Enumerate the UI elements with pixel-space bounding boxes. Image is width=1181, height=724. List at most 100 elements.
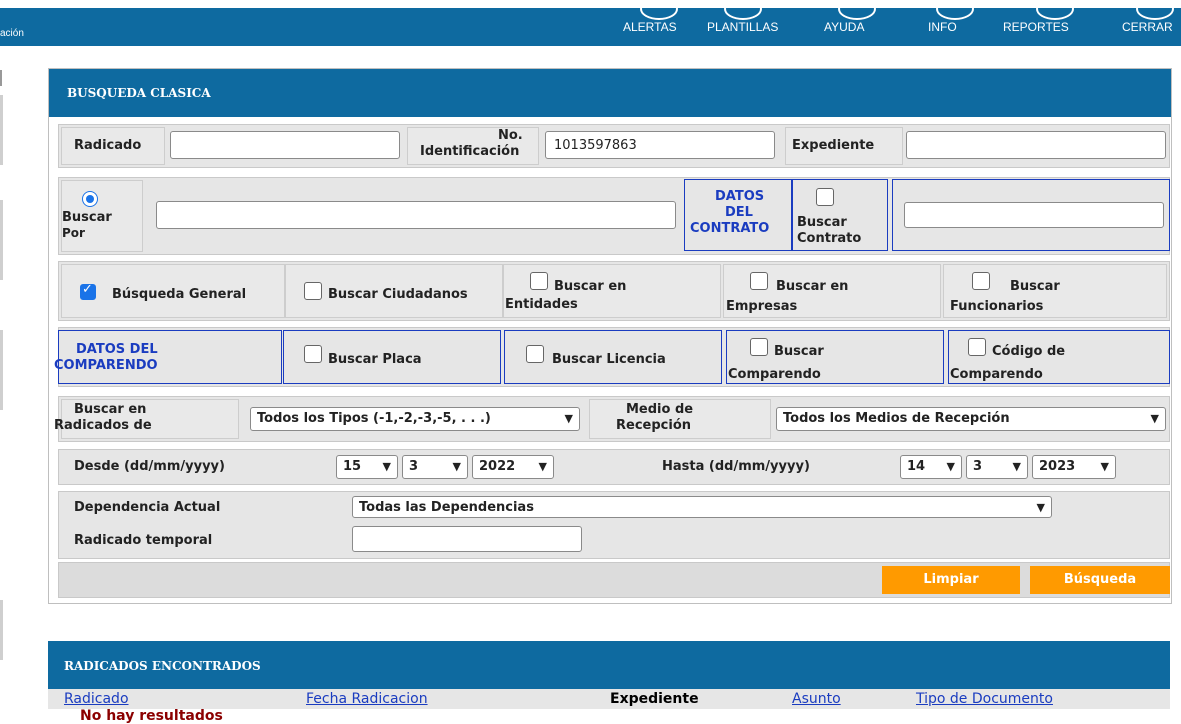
results-columns: Radicado Fecha Radicacion Expediente Asu… [48,689,1170,709]
buscar-licencia-checkbox[interactable] [526,345,544,363]
busqueda-general-checkbox[interactable] [80,282,96,300]
dependencia-label: Dependencia Actual [74,500,221,515]
busqueda-button[interactable]: Búsqueda [1030,566,1170,594]
buscar-placa-checkbox[interactable] [304,345,322,363]
buscar-contrato-label-bottom: Contrato [797,231,862,246]
buscar-entidades-label-top: Buscar en [554,279,627,294]
left-mark [0,600,3,660]
hasta-year-select[interactable]: 2023 ▼ [1032,455,1116,479]
radicado-temporal-label: Radicado temporal [74,533,213,548]
buscar-por-label-top: Buscar [62,210,112,225]
hasta-day-select[interactable]: 14 ▼ [900,455,962,479]
buscar-contrato-checkbox[interactable] [816,188,834,206]
buscar-entidades-checkbox[interactable] [530,272,548,290]
chevron-down-icon: ▼ [564,412,573,425]
hasta-day-value: 14 [907,459,926,474]
buscar-licencia-label: Buscar Licencia [552,352,666,367]
codigo-comparendo-checkbox[interactable] [968,338,986,356]
hasta-label: Hasta (dd/mm/yyyy) [662,459,810,474]
chevron-down-icon: ▼ [1036,501,1045,514]
buscar-funcionarios-checkbox[interactable] [972,272,990,290]
alertas-icon [640,0,678,20]
column-expediente: Expediente [610,691,699,707]
nav-plantillas[interactable]: PLANTILLAS [707,20,778,34]
top-navigation-bar: ación ALERTAS PLANTILLAS AYUDA INFO REPO… [0,0,1181,46]
buscar-por-input[interactable] [156,201,676,229]
search-panel-title: BUSQUEDA CLASICA [67,86,211,100]
chevron-down-icon: ▼ [946,460,955,473]
column-fecha-radicacion[interactable]: Fecha Radicacion [306,691,428,707]
chevron-down-icon: ▼ [1012,460,1021,473]
nav-reportes[interactable]: REPORTES [1003,20,1069,34]
buscar-radicados-label-top: Buscar en [74,402,147,417]
app-title-fragment: ación [0,28,24,39]
desde-year-value: 2022 [479,459,516,474]
radicado-temporal-input[interactable] [352,526,582,552]
chevron-down-icon: ▼ [452,460,461,473]
buscar-comparendo-checkbox[interactable] [750,338,768,356]
buscar-ciudadanos-checkbox[interactable] [304,282,322,300]
results-header: RADICADOS ENCONTRADOS [48,641,1170,689]
search-panel-header: BUSQUEDA CLASICA [49,69,1171,117]
no-identificacion-input[interactable] [545,131,775,159]
buscar-entidades-label-bottom: Entidades [505,297,578,312]
datos-comparendo-label-2: COMPARENDO [54,358,158,373]
tipos-select-value: Todos los Tipos (-1,-2,-3,-5, . . .) [257,411,491,426]
buscar-placa-label: Buscar Placa [328,352,422,367]
buscar-radicados-label-bottom: Radicados de [54,418,152,433]
codigo-comparendo-label-bottom: Comparendo [950,367,1043,382]
results-title: RADICADOS ENCONTRADOS [64,659,261,673]
info-icon [936,0,974,20]
datos-contrato-label-3: CONTRATO [690,221,770,236]
buscar-ciudadanos-label: Buscar Ciudadanos [328,287,468,302]
no-identificacion-label-bottom: Identificación [420,144,520,159]
buscar-empresas-checkbox[interactable] [750,272,768,290]
no-identificacion-label-top: No. [498,128,523,143]
nav-cerrar[interactable]: CERRAR [1122,20,1173,34]
datos-contrato-label-2: DEL [725,205,753,220]
desde-year-select[interactable]: 2022 ▼ [472,455,554,479]
chevron-down-icon: ▼ [1100,460,1109,473]
buscar-comparendo-label-bottom: Comparendo [728,367,821,382]
medio-label-bottom: Recepción [616,418,692,433]
buscar-funcionarios-label-top: Buscar [1010,279,1060,294]
radicado-input[interactable] [170,131,400,159]
nav-alertas[interactable]: ALERTAS [623,20,677,34]
chevron-down-icon: ▼ [382,460,391,473]
limpiar-button[interactable]: Limpiar [882,566,1020,594]
expediente-input[interactable] [906,131,1166,159]
left-mark [0,95,3,165]
ayuda-icon [838,0,876,20]
desde-day-select[interactable]: 15 ▼ [336,455,398,479]
column-radicado[interactable]: Radicado [64,691,129,707]
dependencia-select[interactable]: Todas las Dependencias ▼ [352,496,1052,518]
datos-contrato-label-1: DATOS [715,189,765,204]
buscar-empresas-label-top: Buscar en [776,279,849,294]
medios-select[interactable]: Todos los Medios de Recepción ▼ [776,407,1166,431]
chevron-down-icon: ▼ [1150,412,1159,425]
codigo-comparendo-label-top: Código de [992,344,1066,359]
left-mark [0,330,3,410]
chevron-down-icon: ▼ [538,460,547,473]
datos-comparendo-label-1: DATOS DEL [76,342,158,357]
desde-month-select[interactable]: 3 ▼ [402,455,468,479]
desde-day-value: 15 [343,459,362,474]
buscar-contrato-label-top: Buscar [797,215,847,230]
nav-ayuda[interactable]: AYUDA [824,20,864,34]
buscar-comparendo-label-top: Buscar [774,344,824,359]
datos-comparendo-box [58,330,282,384]
column-asunto[interactable]: Asunto [792,691,841,707]
tipos-select[interactable]: Todos los Tipos (-1,-2,-3,-5, . . .) ▼ [250,407,580,431]
hasta-month-select[interactable]: 3 ▼ [966,455,1028,479]
column-tipo-documento[interactable]: Tipo de Documento [916,691,1053,707]
buscar-funcionarios-label-bottom: Funcionarios [950,299,1044,314]
plantillas-icon [724,0,762,20]
desde-month-value: 3 [409,459,419,474]
buscar-por-radio[interactable] [82,191,98,207]
contrato-input[interactable] [904,202,1164,228]
nav-info[interactable]: INFO [928,20,957,34]
reportes-icon [1036,0,1074,20]
busqueda-general-label: Búsqueda General [112,287,247,302]
medios-select-value: Todos los Medios de Recepción [783,411,1010,426]
medio-label-top: Medio de [626,402,694,417]
